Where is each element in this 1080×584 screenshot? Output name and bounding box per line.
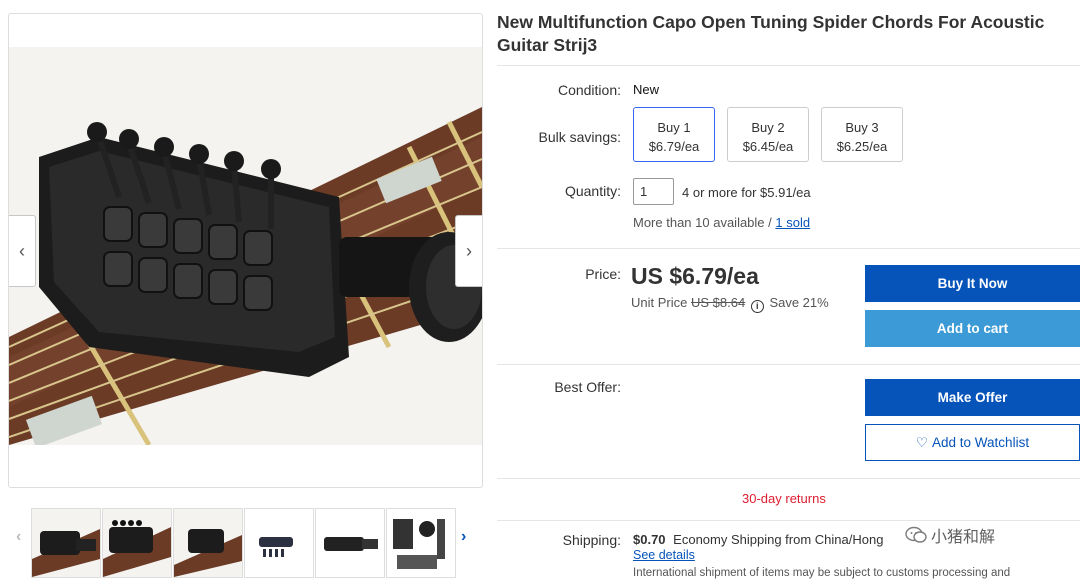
thumb-next-button[interactable]: › (461, 528, 466, 546)
condition-label: Condition: (557, 82, 621, 98)
thumbnail[interactable] (315, 508, 385, 578)
shipping-line: $0.70 Economy Shipping from China/Hong (633, 532, 883, 547)
thumb-prev-button[interactable]: ‹ (16, 528, 21, 546)
thumbnail[interactable] (102, 508, 172, 578)
thumbnail[interactable] (31, 508, 101, 578)
info-icon[interactable]: i (750, 300, 764, 313)
bulk-option-qty: Buy 3 (845, 120, 879, 135)
shipping-customs-note: International shipment of items may be s… (633, 567, 1011, 579)
was-price: US $8.64 (690, 295, 746, 310)
product-title-line: Guitar Strij3 (497, 35, 598, 55)
add-to-cart-button[interactable]: Add to cart (865, 310, 1080, 347)
bulk-option-qty: Buy 2 (751, 120, 785, 135)
watermark-text: 小猪和解 (931, 529, 996, 546)
buy-it-now-button[interactable]: Buy It Now (865, 265, 1080, 302)
price-value: US $6.79/ea (631, 263, 759, 289)
divider (497, 65, 1080, 66)
quantity-input[interactable] (633, 178, 674, 205)
quantity-label: Quantity: (564, 183, 621, 199)
main-image-panel[interactable]: ‹ › (8, 13, 483, 488)
wechat-icon (905, 526, 927, 543)
chevron-right-icon: › (466, 240, 472, 261)
shipping-method: Economy Shipping from China/Hong (673, 532, 884, 547)
shipping-cost: $0.70 (633, 532, 666, 547)
bulk-option-buy-1[interactable]: Buy 1 $6.79/ea (633, 107, 715, 162)
bulk-option-price: $6.45/ea (742, 139, 794, 154)
next-image-button[interactable]: › (455, 215, 482, 287)
divider (497, 478, 1080, 479)
divider (497, 520, 1080, 521)
thumbnail[interactable] (386, 508, 456, 578)
bulk-option-price: $6.79/ea (648, 139, 700, 154)
make-offer-button[interactable]: Make Offer (865, 379, 1080, 416)
divider (497, 248, 1080, 249)
heart-icon: ♡ (915, 434, 929, 450)
watchlist-label: Add to Watchlist (932, 435, 1030, 450)
availability-count: More than 10 available / (633, 215, 772, 230)
bulk-savings-label: Bulk savings: (538, 129, 621, 145)
thumbnail[interactable] (244, 508, 314, 578)
add-to-watchlist-button[interactable]: ♡ Add to Watchlist (865, 424, 1080, 461)
quantity-bulk-note: 4 or more for $5.91/ea (682, 185, 811, 200)
condition-value: New (633, 82, 660, 97)
unit-price-label: Unit Price (631, 295, 688, 310)
chevron-left-icon: ‹ (19, 240, 25, 261)
unit-price-line: Unit Price US $8.64 i Save 21% (631, 295, 829, 313)
bulk-option-qty: Buy 1 (657, 120, 691, 135)
product-title-line: New Multifunction Capo Open Tuning Spide… (497, 12, 1045, 32)
divider (497, 364, 1080, 365)
save-percent: Save 21% (769, 295, 829, 310)
product-photo (9, 47, 482, 445)
prev-image-button[interactable]: ‹ (9, 215, 36, 287)
thumbnail[interactable] (173, 508, 243, 578)
thumbnail-strip: ‹ › (8, 506, 481, 578)
bulk-option-buy-2[interactable]: Buy 2 $6.45/ea (727, 107, 809, 162)
availability-text: More than 10 available / 1 sold (633, 215, 810, 230)
bulk-option-buy-3[interactable]: Buy 3 $6.25/ea (821, 107, 903, 162)
sold-link[interactable]: 1 sold (775, 215, 810, 230)
product-title: New Multifunction Capo Open Tuning Spide… (497, 11, 1057, 57)
shipping-label: Shipping: (562, 532, 621, 548)
bulk-option-price: $6.25/ea (836, 139, 888, 154)
best-offer-label: Best Offer: (554, 379, 621, 395)
returns-policy: 30-day returns (742, 491, 826, 506)
see-details-link[interactable]: See details (633, 548, 695, 562)
price-label: Price: (585, 266, 621, 282)
wechat-watermark: 小猪和解 (905, 523, 995, 547)
